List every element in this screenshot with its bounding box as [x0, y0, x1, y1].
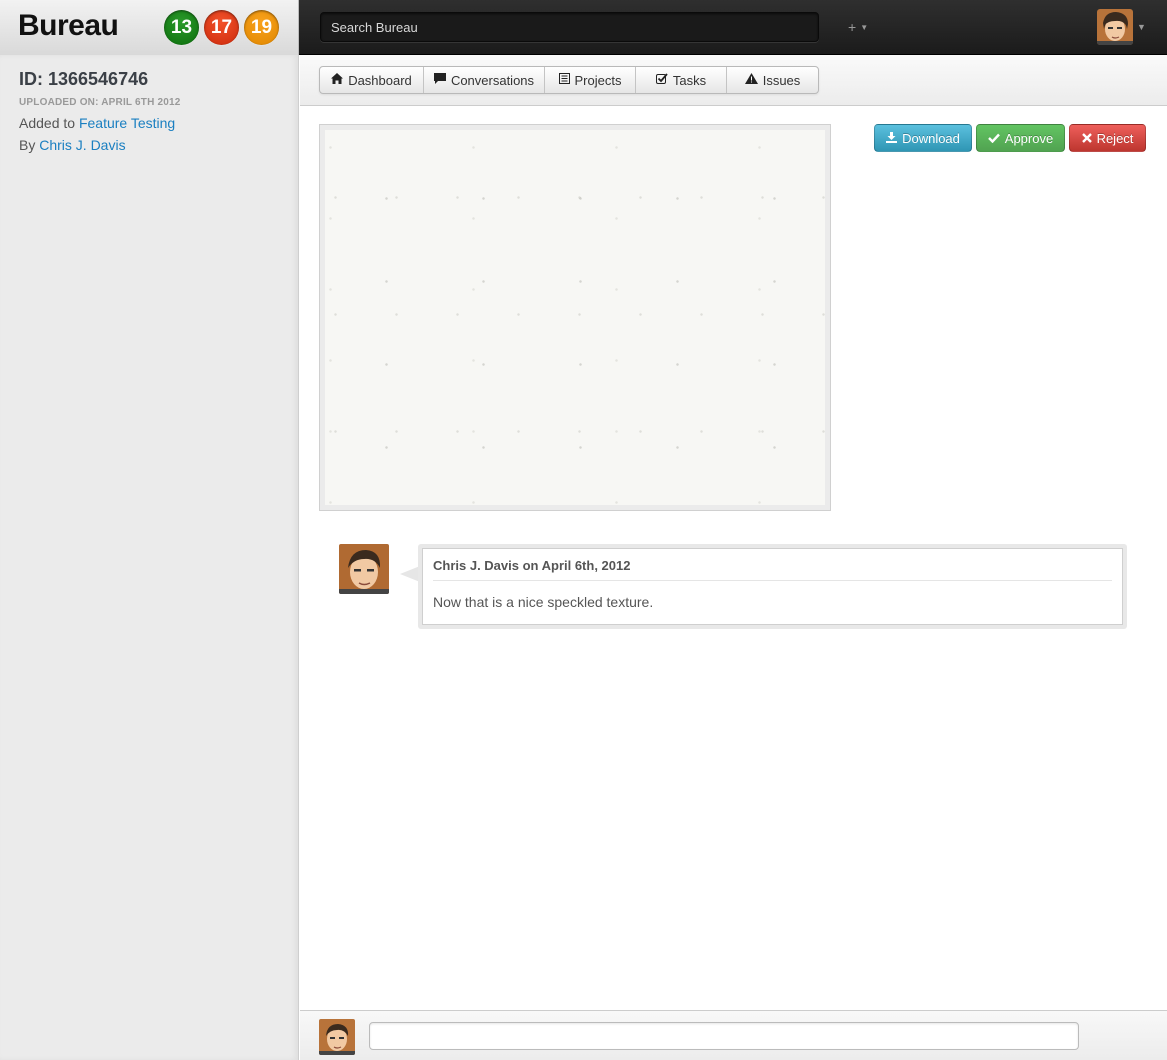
asset-preview[interactable] — [319, 124, 831, 511]
reject-button[interactable]: Reject — [1069, 124, 1146, 152]
add-menu-button[interactable]: + ▼ — [848, 19, 868, 35]
plus-icon: + — [848, 19, 857, 35]
author-line: By Chris J. Davis — [19, 137, 126, 153]
comment-content: Chris J. Davis on April 6th, 2012 Now th… — [422, 548, 1123, 625]
nav-button-group: Dashboard Conversations Projects Tasks I… — [319, 66, 819, 94]
by-label: By — [19, 137, 36, 153]
tab-label: Conversations — [450, 72, 535, 88]
badge-green[interactable]: 13 — [164, 10, 199, 45]
added-to-line: Added to Feature Testing — [19, 115, 175, 131]
tab-conversations[interactable]: Conversations — [424, 67, 545, 93]
added-to-label: Added to — [19, 115, 76, 131]
comment-header: Chris J. Davis on April 6th, 2012 — [433, 549, 1112, 581]
author-link[interactable]: Chris J. Davis — [39, 137, 125, 153]
comment-icon — [433, 73, 446, 87]
tab-issues[interactable]: Issues — [727, 67, 818, 93]
comment-author-avatar[interactable] — [339, 544, 389, 594]
chevron-down-icon: ▼ — [860, 23, 869, 32]
search-input[interactable] — [320, 12, 819, 42]
asset-id: ID: 1366546746 — [19, 69, 149, 89]
top-navbar: Bureau 13 17 19 +▼ ▼ — [0, 0, 1167, 55]
comment-input[interactable] — [369, 1022, 1079, 1050]
badge-red[interactable]: 17 — [204, 10, 239, 45]
close-icon — [1081, 131, 1092, 146]
comment-card: Chris J. Davis on April 6th, 2012 Now th… — [418, 544, 1127, 629]
tab-label: Issues — [762, 72, 801, 88]
badge-orange[interactable]: 19 — [244, 10, 279, 45]
avatar-face-icon — [339, 544, 389, 594]
home-icon — [331, 73, 344, 87]
warning-icon — [744, 73, 758, 87]
approve-button[interactable]: Approve — [976, 124, 1065, 152]
check-icon — [655, 73, 668, 87]
tab-label: Tasks — [672, 72, 707, 88]
current-user-avatar — [319, 1019, 355, 1055]
chevron-down-icon[interactable]: ▼ — [1137, 22, 1146, 32]
speckled-texture-image — [325, 130, 825, 505]
tab-tasks[interactable]: Tasks — [636, 67, 727, 93]
user-avatar[interactable] — [1097, 9, 1133, 45]
avatar-face-icon — [1097, 9, 1133, 45]
tab-projects[interactable]: Projects — [545, 67, 636, 93]
approve-label: Approve — [1004, 130, 1054, 146]
tab-label: Dashboard — [348, 72, 412, 88]
download-icon — [886, 131, 898, 146]
list-icon — [558, 73, 570, 87]
tab-label: Projects — [574, 72, 622, 88]
main-content: Download Approve Reject Chris J. Davis o… — [300, 106, 1167, 1010]
checkmark-icon — [987, 131, 1000, 146]
uploaded-date: UPLOADED ON: APRIL 6TH 2012 — [19, 97, 181, 108]
brand-logo[interactable]: Bureau — [18, 9, 119, 43]
section-nav: Dashboard Conversations Projects Tasks I… — [300, 55, 1167, 106]
sidebar: ID: 1366546746 UPLOADED ON: APRIL 6TH 20… — [0, 55, 299, 1060]
comment-text: Now that is a nice speckled texture. — [433, 594, 654, 610]
comment-composer — [300, 1010, 1167, 1060]
download-label: Download — [902, 130, 960, 146]
project-link[interactable]: Feature Testing — [79, 115, 175, 131]
asset-actions: Download Approve Reject — [874, 124, 1146, 152]
download-button[interactable]: Download — [874, 124, 972, 152]
tab-dashboard[interactable]: Dashboard — [320, 67, 424, 93]
reject-label: Reject — [1096, 130, 1134, 146]
avatar-face-icon — [319, 1019, 355, 1055]
comment-pointer — [400, 566, 420, 582]
